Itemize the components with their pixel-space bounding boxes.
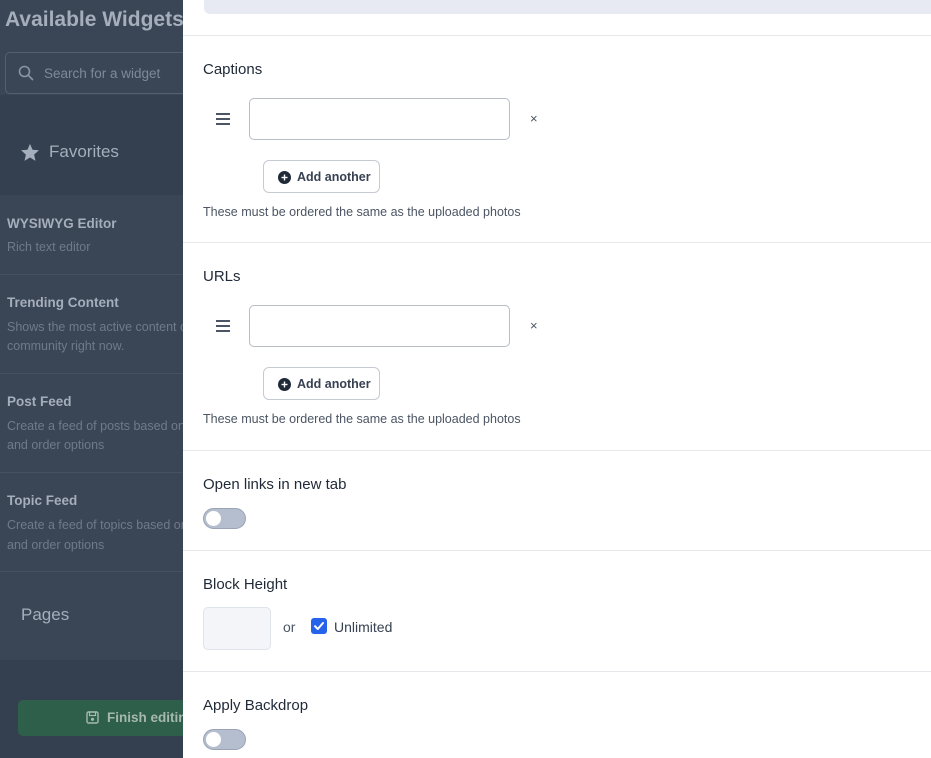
apply-backdrop-label: Apply Backdrop <box>203 697 309 714</box>
widget-item-trending-content[interactable]: Trending Content Shows the most active c… <box>0 275 183 374</box>
plus-circle-icon <box>278 378 291 391</box>
search-placeholder: Search for a widget <box>44 66 161 81</box>
add-url-label: Add another <box>297 377 371 391</box>
widget-item-topic-feed[interactable]: Topic Feed Create a feed of topics based… <box>0 473 183 572</box>
search-icon <box>18 65 34 81</box>
finish-editing-label: Finish editing <box>107 710 183 725</box>
widget-desc-line-1: Shows the most active content on the <box>7 320 183 334</box>
favorites-section[interactable]: Favorites <box>0 95 183 195</box>
star-icon <box>21 143 39 161</box>
widget-name: Topic Feed <box>7 493 78 508</box>
add-caption-label: Add another <box>297 170 371 184</box>
widget-search-input[interactable]: Search for a widget <box>5 52 183 94</box>
drag-handle-icon[interactable] <box>216 113 230 125</box>
widget-item-post-feed[interactable]: Post Feed Create a feed of posts based o… <box>0 374 183 473</box>
caption-input[interactable] <box>249 98 510 140</box>
url-input[interactable] <box>249 305 510 347</box>
remove-url-close-icon[interactable]: × <box>530 318 538 333</box>
divider <box>183 35 931 36</box>
toggle-knob <box>206 732 221 747</box>
sidebar-title: Available Widgets <box>5 8 183 31</box>
pages-heading[interactable]: Pages <box>21 605 69 625</box>
widget-name: WYSIWYG Editor <box>7 216 117 231</box>
widget-name: Trending Content <box>7 295 119 310</box>
urls-help-text: These must be ordered the same as the up… <box>203 412 521 426</box>
add-caption-button[interactable]: Add another <box>263 160 380 193</box>
widget-item-wysiwyg[interactable]: WYSIWYG Editor Rich text editor <box>0 196 183 275</box>
widget-desc-line-2: and order options <box>7 438 105 452</box>
widget-desc-line-2: and order options <box>7 538 105 552</box>
widget-desc: Rich text editor <box>7 240 91 254</box>
save-icon <box>86 711 99 724</box>
finish-editing-button[interactable]: Finish editing <box>18 700 183 736</box>
open-links-toggle[interactable] <box>203 508 246 529</box>
divider <box>183 242 931 243</box>
widget-settings-panel: Captions × Add another These must be ord… <box>183 0 931 758</box>
captions-help-text: These must be ordered the same as the up… <box>203 205 521 219</box>
checkmark-icon <box>314 622 324 630</box>
apply-backdrop-toggle[interactable] <box>203 729 246 750</box>
widget-desc-line-1: Create a feed of posts based on filter <box>7 419 183 433</box>
widget-name: Post Feed <box>7 394 72 409</box>
divider <box>183 550 931 551</box>
add-url-button[interactable]: Add another <box>263 367 380 400</box>
unlimited-checkbox[interactable] <box>311 618 327 634</box>
toggle-knob <box>206 511 221 526</box>
urls-label: URLs <box>203 268 241 285</box>
block-height-label: Block Height <box>203 576 288 593</box>
open-links-label: Open links in new tab <box>203 476 347 493</box>
remove-caption-close-icon[interactable]: × <box>530 111 538 126</box>
widget-desc-line-2: community right now. <box>7 339 125 353</box>
divider <box>183 671 931 672</box>
or-text: or <box>283 619 296 635</box>
unlimited-label[interactable]: Unlimited <box>334 619 392 635</box>
block-height-input[interactable] <box>203 607 271 650</box>
favorites-label: Favorites <box>49 142 119 161</box>
divider <box>183 450 931 451</box>
plus-circle-icon <box>278 171 291 184</box>
preview-strip <box>204 0 931 14</box>
widget-desc-line-1: Create a feed of topics based on filter <box>7 518 183 532</box>
drag-handle-icon[interactable] <box>216 320 230 332</box>
widget-sidebar: Available Widgets Search for a widget Fa… <box>0 0 183 758</box>
captions-label: Captions <box>203 61 263 78</box>
